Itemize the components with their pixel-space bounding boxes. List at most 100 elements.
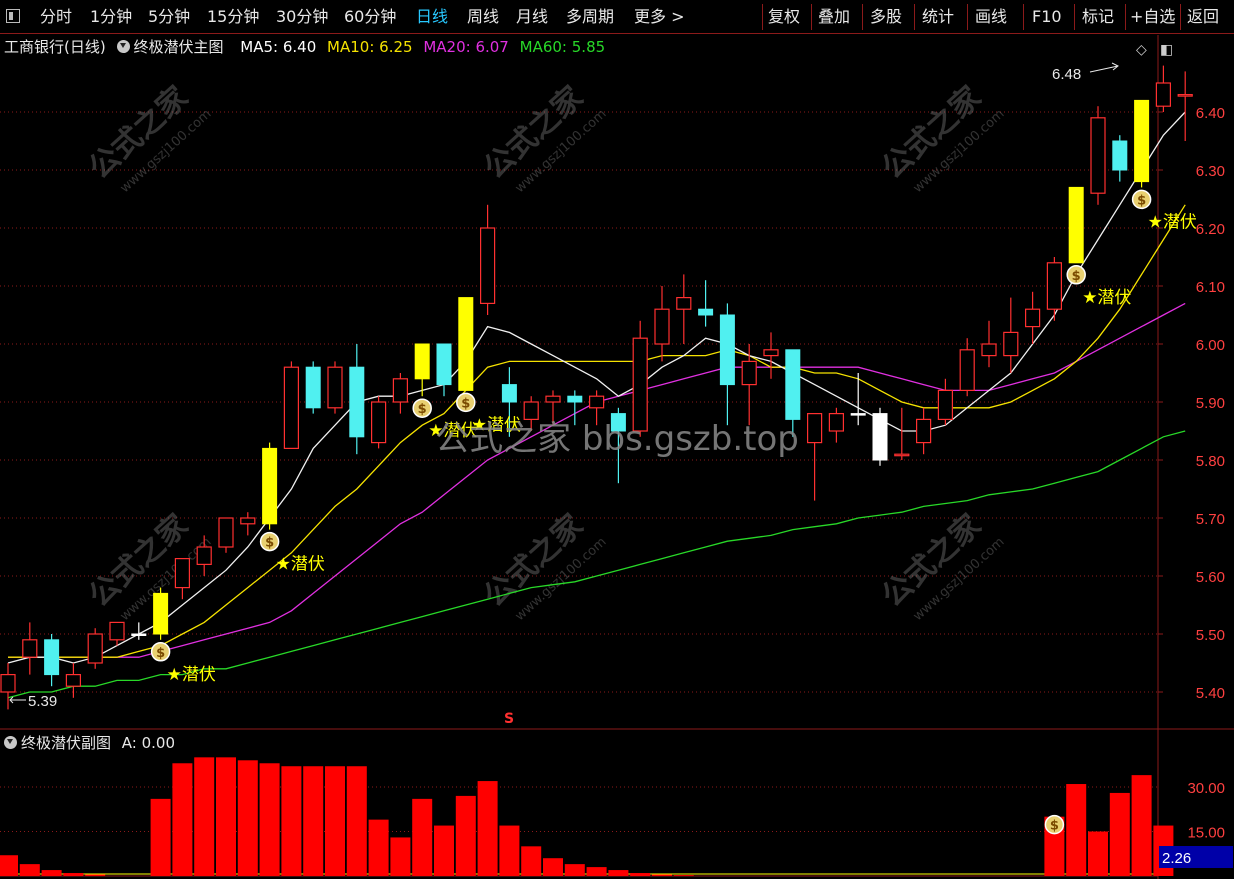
money-bag-symbol: $ — [156, 646, 165, 661]
price-tick-label: 5.90 — [1196, 395, 1225, 412]
sub-bar — [390, 837, 411, 876]
candle-body-up — [828, 413, 845, 432]
watermark: 公式之家www.gszj100.com — [82, 80, 214, 196]
candle-body-up — [654, 308, 670, 345]
candle-body-up — [1177, 93, 1193, 97]
sub-bar — [673, 875, 694, 876]
watermark: 公式之家www.gszj100.com — [477, 508, 609, 624]
sub-bar — [412, 798, 433, 876]
center-watermark: 公式之家 bbs.gszb.top — [435, 419, 799, 459]
signal-label: ★潜伏 — [167, 665, 216, 685]
candle-body-down — [436, 343, 452, 386]
candle-body-up — [480, 227, 496, 305]
chart-canvas: 6.40 6.30 6.20 6.10 6.00 5.90 5.80 5.70 5.60 5.50… — [0, 35, 1234, 879]
price-tick-label: 5.80 — [1196, 453, 1225, 470]
candle-body-down — [1112, 140, 1128, 171]
price-tick-label: 5.70 — [1196, 511, 1225, 528]
candle-body-down — [44, 639, 60, 676]
sub-bar — [259, 763, 280, 876]
sub-bar — [237, 760, 258, 876]
sub-bar — [455, 795, 476, 876]
candle-body-up — [915, 418, 932, 444]
candle-body-up — [632, 337, 648, 432]
high-arrow-icon — [1089, 62, 1119, 73]
candle-body-doji — [872, 413, 888, 461]
sub-bar — [150, 798, 171, 876]
candle-body-up — [1155, 82, 1172, 107]
candle-body-doji — [131, 633, 147, 636]
candle-body-up — [523, 401, 539, 420]
candle-body-up — [109, 621, 125, 641]
price-tick-label: 5.40 — [1196, 685, 1225, 702]
sub-bar — [434, 825, 454, 876]
sub-tick-label: 15.00 — [1187, 825, 1225, 842]
candle-body-up — [981, 343, 997, 357]
price-tick-label: 6.40 — [1196, 105, 1225, 122]
candle-body-down — [349, 366, 365, 438]
candle-body-up — [65, 673, 82, 687]
sub-bar — [608, 870, 629, 876]
sub-bar — [1088, 831, 1108, 876]
low-arrow-icon — [9, 696, 26, 704]
candle-body-down — [719, 314, 735, 386]
money-bag-icon: $ — [1131, 189, 1152, 210]
candle-body-signal — [414, 343, 430, 380]
candle-body-signal — [1068, 186, 1084, 264]
money-bag-icon: $ — [150, 642, 171, 662]
current-value-label: 2.26 — [1162, 850, 1191, 867]
candle-body-up — [327, 366, 343, 409]
candle-body-up — [1046, 262, 1063, 310]
candle-body-up — [806, 413, 823, 444]
sub-bar — [543, 858, 563, 876]
candle-body-down — [785, 349, 801, 420]
signal-label: ★潜伏 — [1148, 212, 1197, 232]
sub-bar — [303, 766, 324, 876]
candle-body-up — [1024, 308, 1041, 328]
sub-bar — [499, 825, 520, 876]
candle-body-up — [218, 517, 234, 548]
sub-bar — [281, 766, 302, 876]
event-marker: S — [504, 711, 514, 727]
candle-body-up — [894, 453, 910, 457]
candle-body-signal — [458, 297, 474, 391]
candle-body-up — [763, 349, 779, 357]
sub-bar — [63, 873, 84, 876]
sub-bar — [652, 874, 672, 876]
money-bag-symbol: $ — [1137, 193, 1146, 208]
sub-bar — [172, 763, 193, 876]
sub-money-bag-symbol: $ — [1050, 819, 1059, 834]
candle-body-down — [305, 366, 321, 409]
money-bag-icon: $ — [456, 392, 476, 413]
candle-body-up — [240, 517, 256, 525]
money-bag-symbol: $ — [265, 536, 274, 551]
watermark: 公式之家www.gszj100.com — [82, 508, 214, 624]
candle-body-up — [1090, 117, 1106, 194]
candle-body-signal — [153, 592, 169, 635]
signal-label: ★潜伏 — [1082, 288, 1131, 308]
sub-bar — [216, 757, 236, 876]
sub-bar — [1131, 775, 1152, 876]
candle-body-up — [741, 360, 757, 386]
money-bag-icon: $ — [1066, 265, 1086, 285]
sub-tick-label: 30.00 — [1187, 780, 1225, 797]
money-bag-icon: $ — [412, 398, 432, 418]
candle-body-doji — [850, 413, 866, 416]
sub-bar — [346, 766, 367, 876]
candle-body-up — [371, 401, 387, 444]
candle-body-up — [392, 378, 408, 403]
sub-bar — [0, 855, 18, 876]
money-bag-icon: $ — [259, 531, 280, 552]
candle-body-down — [567, 395, 583, 403]
sub-bar — [564, 864, 585, 876]
candle-body-up — [937, 389, 954, 420]
sub-bar — [85, 874, 106, 876]
candle-body-down — [698, 308, 714, 316]
sub-money-bag-icon: $ — [1044, 814, 1065, 835]
sub-bar — [19, 864, 40, 876]
sub-bar — [41, 870, 62, 876]
candle-body-up — [22, 639, 38, 658]
candle-body-up — [174, 557, 190, 589]
candle-body-up — [196, 546, 212, 565]
watermark: 公式之家www.gszj100.com — [875, 80, 1007, 196]
candle-body-up — [1003, 331, 1019, 357]
